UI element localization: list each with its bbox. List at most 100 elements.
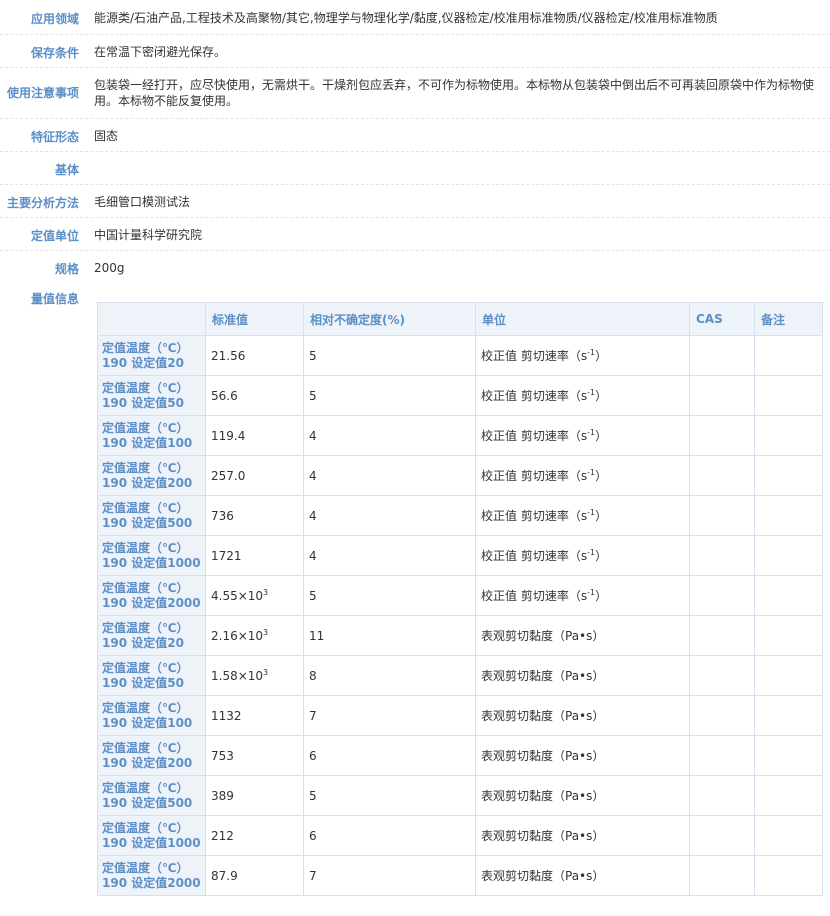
unit-exponent: -1 — [587, 348, 596, 357]
table-row: 定值温度（℃） 190 设定值50 1.58×103 8 表观剪切黏度（Pa•s） — [97, 655, 823, 696]
condition-setpoint: 190 设定值500 — [102, 515, 193, 530]
method-label: 主要分析方法 — [6, 196, 79, 210]
table-row: 定值温度（℃） 190 设定值2000 87.9 7 表观剪切黏度（Pa•s） — [97, 855, 823, 896]
standard-value-cell: 389 — [205, 775, 304, 816]
condition-temp-label: 定值温度（℃） — [102, 380, 189, 395]
standard-value: 736 — [211, 508, 234, 523]
condition-cell: 定值温度（℃） 190 设定值50 — [97, 655, 206, 696]
condition-setpoint: 190 设定值20 — [102, 635, 184, 650]
field-value: 能源类/石油产品,工程技术及高聚物/其它,物理学与物理化学/黏度,仪器检定/校准… — [94, 11, 718, 25]
uncertainty-cell: 4 — [303, 535, 476, 576]
standard-value-cell: 119.4 — [205, 415, 304, 456]
condition-temp-label: 定值温度（℃） — [102, 780, 189, 795]
header-cas: CAS — [689, 302, 755, 336]
cas-cell — [689, 855, 755, 896]
uncertainty-cell: 5 — [303, 375, 476, 416]
condition-setpoint: 190 设定值100 — [102, 715, 193, 730]
quantity-table: 标准值 相对不确定度(%) 单位 CAS 备注 定值温度（℃） 190 设定值20… — [97, 302, 823, 896]
notice-value: 包装袋一经打开，应尽快使用，无需烘干。干燥剂包应丢弃，不可作为标物使用。本标物从… — [94, 78, 815, 108]
standard-value: 212 — [211, 828, 234, 843]
unit-cell: 表观剪切黏度（Pa•s） — [475, 775, 690, 816]
standard-value: 87.9 — [211, 868, 238, 883]
standard-value: 2.16×10 — [211, 628, 264, 643]
condition-setpoint: 190 设定值1000 — [102, 555, 201, 570]
cas-cell — [689, 535, 755, 576]
spec-value: 200g — [94, 261, 125, 275]
condition-cell: 定值温度（℃） 190 设定值500 — [97, 495, 206, 536]
standard-value-cell: 1132 — [205, 695, 304, 736]
note-cell — [754, 375, 823, 416]
info-row-spec: 规格 200g — [0, 251, 830, 284]
condition-temp-label: 定值温度（℃） — [102, 620, 189, 635]
header-note: 备注 — [754, 302, 823, 336]
note-cell — [754, 455, 823, 496]
table-row: 定值温度（℃） 190 设定值100 1132 7 表观剪切黏度（Pa•s） — [97, 695, 823, 736]
condition-temp-label: 定值温度（℃） — [102, 820, 189, 835]
condition-cell: 定值温度（℃） 190 设定值100 — [97, 695, 206, 736]
condition-setpoint: 190 设定值20 — [102, 355, 184, 370]
unit-tail: ） — [595, 549, 608, 563]
cas-cell — [689, 655, 755, 696]
unit-cell: 表观剪切黏度（Pa•s） — [475, 855, 690, 896]
unit-cell: 表观剪切黏度（Pa•s） — [475, 695, 690, 736]
condition-temp-label: 定值温度（℃） — [102, 500, 189, 515]
table-row: 定值温度（℃） 190 设定值500 736 4 校正值 剪切速率（s-1） — [97, 495, 823, 536]
standard-value-cell: 753 — [205, 735, 304, 776]
unit-exponent: -1 — [587, 428, 596, 437]
form-label: 特征形态 — [30, 130, 79, 144]
unit-cell: 表观剪切黏度（Pa•s） — [475, 735, 690, 776]
header-unit: 单位 — [475, 302, 690, 336]
unit-cell: 校正值 剪切速率（s-1） — [475, 335, 690, 376]
unit-cell: 表观剪切黏度（Pa•s） — [475, 655, 690, 696]
table-row: 定值温度（℃） 190 设定值100 119.4 4 校正值 剪切速率（s-1） — [97, 415, 823, 456]
info-row-matrix: 基体 — [0, 152, 830, 185]
form-value: 固态 — [94, 129, 119, 143]
condition-temp-label: 定值温度（℃） — [102, 740, 189, 755]
unit-cell: 校正值 剪切速率（s-1） — [475, 375, 690, 416]
header-standard-value: 标准值 — [205, 302, 304, 336]
condition-cell: 定值温度（℃） 190 设定值200 — [97, 735, 206, 776]
unit-text: 校正值 剪切速率（s — [481, 469, 588, 483]
table-row: 定值温度（℃） 190 设定值200 257.0 4 校正值 剪切速率（s-1） — [97, 455, 823, 496]
note-cell — [754, 815, 823, 856]
unit-cell: 表观剪切黏度（Pa•s） — [475, 615, 690, 656]
unit-cell: 校正值 剪切速率（s-1） — [475, 575, 690, 616]
unit-text: 校正值 剪切速率（s — [481, 549, 588, 563]
unit-tail: ） — [595, 349, 608, 363]
unit-tail: ） — [595, 429, 608, 443]
unit-cell: 表观剪切黏度（Pa•s） — [475, 815, 690, 856]
unit-text: 校正值 剪切速率（s — [481, 389, 588, 403]
condition-cell: 定值温度（℃） 190 设定值1000 — [97, 535, 206, 576]
unit-text: 校正值 剪切速率（s — [481, 349, 588, 363]
unit-text: 校正值 剪切速率（s — [481, 429, 588, 443]
standard-value-cell: 56.6 — [205, 375, 304, 416]
condition-cell: 定值温度（℃） 190 设定值2000 — [97, 575, 206, 616]
cas-cell — [689, 415, 755, 456]
condition-setpoint: 190 设定值500 — [102, 795, 193, 810]
table-row: 定值温度（℃） 190 设定值1000 1721 4 校正值 剪切速率（s-1） — [97, 535, 823, 576]
unit-text: 表观剪切黏度（Pa•s） — [481, 869, 605, 883]
condition-setpoint: 190 设定值50 — [102, 675, 184, 690]
note-cell — [754, 335, 823, 376]
storage-label: 保存条件 — [30, 46, 79, 60]
unit-tail: ） — [595, 589, 608, 603]
table-row: 定值温度（℃） 190 设定值50 56.6 5 校正值 剪切速率（s-1） — [97, 375, 823, 416]
info-row-storage: 保存条件 在常温下密闭避光保存。 — [0, 35, 830, 68]
uncertainty-cell: 7 — [303, 855, 476, 896]
info-row-unit: 定值单位 中国计量科学研究院 — [0, 218, 830, 251]
cas-cell — [689, 495, 755, 536]
condition-temp-label: 定值温度（℃） — [102, 860, 189, 875]
cas-cell — [689, 815, 755, 856]
standard-value: 257.0 — [211, 468, 246, 483]
standard-value-cell: 1721 — [205, 535, 304, 576]
uncertainty-cell: 4 — [303, 455, 476, 496]
condition-cell: 定值温度（℃） 190 设定值50 — [97, 375, 206, 416]
condition-cell: 定值温度（℃） 190 设定值100 — [97, 415, 206, 456]
standard-value: 119.4 — [211, 428, 246, 443]
condition-cell: 定值温度（℃） 190 设定值2000 — [97, 855, 206, 896]
uncertainty-cell: 8 — [303, 655, 476, 696]
condition-setpoint: 190 设定值200 — [102, 475, 193, 490]
info-row-notice: 使用注意事项 包装袋一经打开，应尽快使用，无需烘干。干燥剂包应丢弃，不可作为标物… — [0, 68, 830, 119]
cas-cell — [689, 695, 755, 736]
standard-value: 1721 — [211, 548, 242, 563]
